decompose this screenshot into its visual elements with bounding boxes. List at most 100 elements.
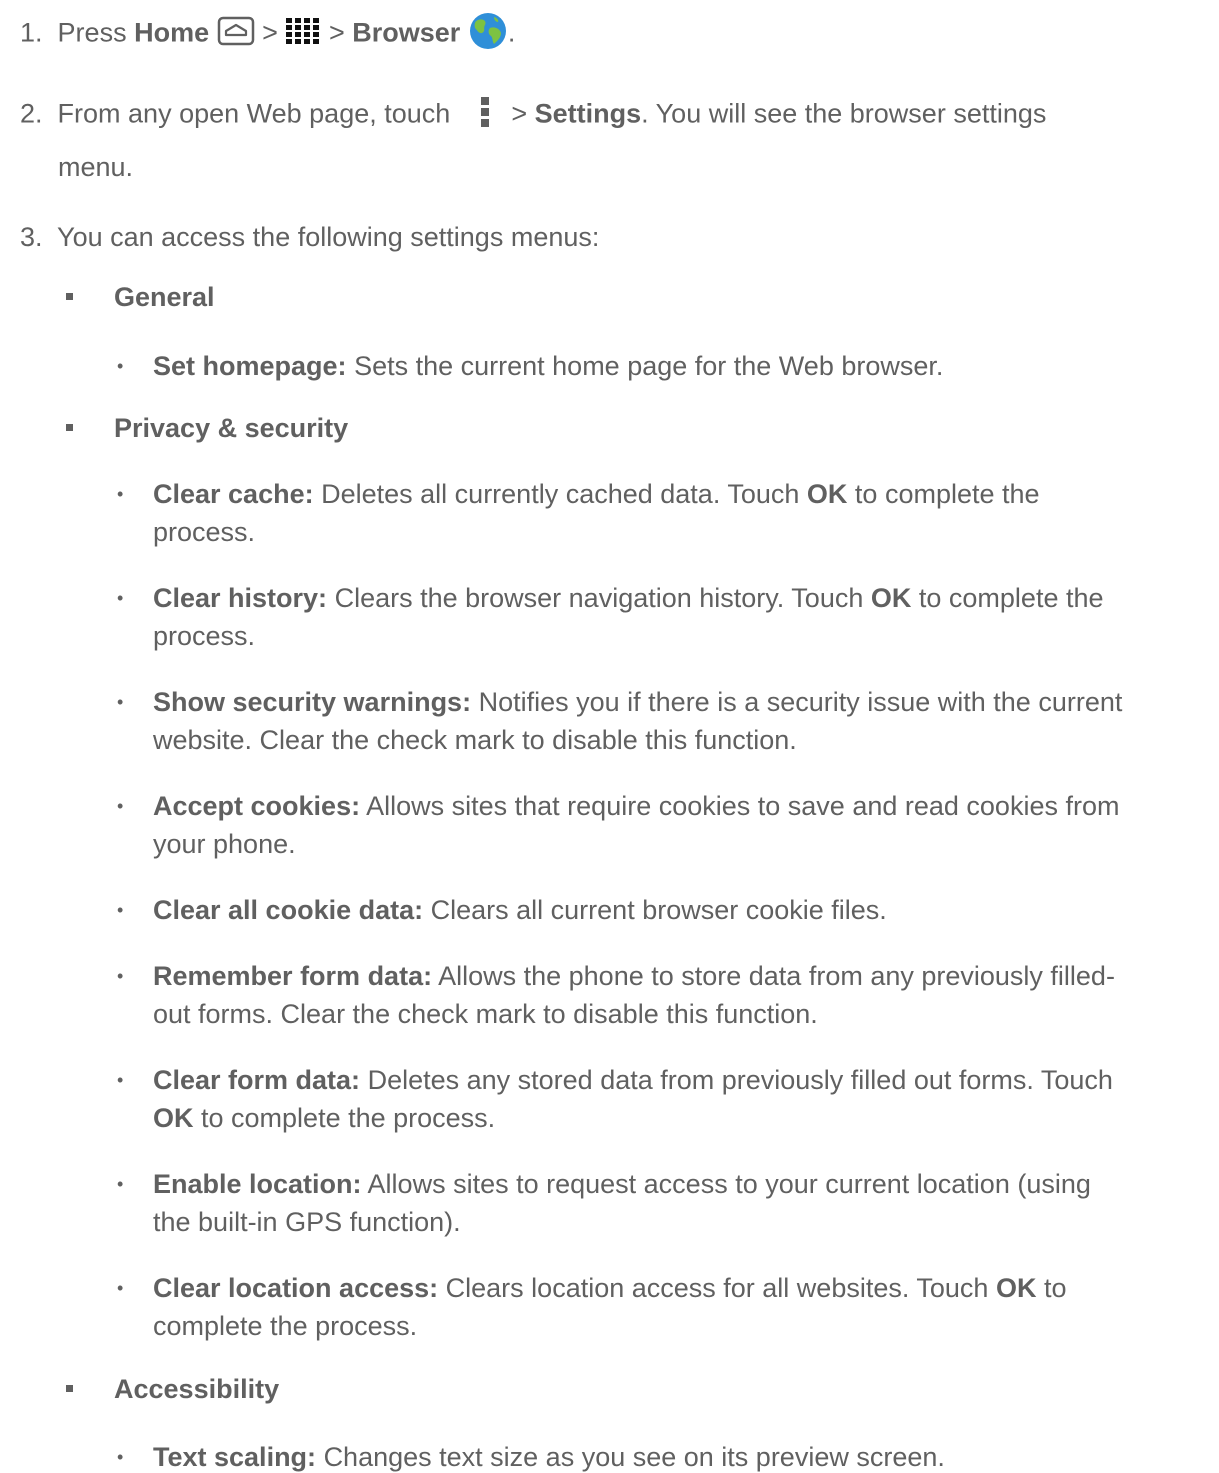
home-button-icon	[217, 16, 255, 53]
item-term: Clear all cookie data:	[153, 895, 424, 925]
item-desc: complete the process.	[153, 1311, 418, 1341]
ok-label: OK	[153, 1103, 194, 1133]
item-enable-location: Enable location: Allows sites to request…	[153, 1168, 1091, 1200]
step-text: menu.	[58, 152, 134, 182]
item-desc: Allows sites that require cookies to sav…	[366, 791, 1120, 821]
item-desc: to complete the	[854, 479, 1040, 509]
round-bullet: •	[117, 1278, 124, 1298]
step-2-continued: menu.	[58, 151, 133, 183]
period: .	[507, 17, 516, 48]
item-desc: website. Clear the check mark to disable…	[153, 725, 797, 755]
step-text: You can access the following settings me…	[57, 222, 600, 252]
item-clear-cache: Clear cache: Deletes all currently cache…	[153, 478, 1040, 510]
item-desc: Allows the phone to store data from any …	[438, 961, 1115, 991]
item-remember-form-cont: out forms. Clear the check mark to disab…	[153, 998, 818, 1030]
item-desc: Clears location access for all websites.…	[445, 1273, 989, 1303]
step-text: From any open Web page, touch	[57, 98, 451, 129]
section-title: General	[114, 282, 215, 312]
round-bullet: •	[117, 692, 124, 712]
step-2: 2. From any open Web page, touch > Setti…	[20, 97, 1046, 134]
item-desc: the built-in GPS function).	[153, 1207, 461, 1237]
separator: >	[511, 98, 528, 129]
step-3: 3. You can access the following settings…	[20, 221, 599, 253]
item-term: Clear location access:	[153, 1273, 439, 1303]
item-clear-location: Clear location access: Clears location a…	[153, 1272, 1066, 1304]
settings-label: Settings	[534, 98, 642, 129]
item-clear-cookies: Clear all cookie data: Clears all curren…	[153, 894, 887, 926]
square-bullet	[66, 1385, 73, 1392]
step-text: Press	[57, 17, 127, 48]
item-security-warnings: Show security warnings: Notifies you if …	[153, 686, 1122, 718]
round-bullet: •	[117, 588, 124, 608]
item-desc: process.	[153, 621, 256, 651]
item-term: Show security warnings:	[153, 687, 472, 717]
item-desc: Deletes all currently cached data. Touch	[321, 479, 800, 509]
item-term: Set homepage:	[153, 351, 347, 381]
item-term: Clear history:	[153, 583, 328, 613]
square-bullet	[66, 293, 73, 300]
round-bullet: •	[117, 1174, 124, 1194]
item-clear-history-cont: process.	[153, 620, 255, 652]
section-privacy: Privacy & security	[114, 412, 348, 444]
item-term: Remember form data:	[153, 961, 433, 991]
ok-label: OK	[995, 1273, 1037, 1303]
item-clear-history: Clear history: Clears the browser naviga…	[153, 582, 1104, 614]
item-security-warnings-cont: website. Clear the check mark to disable…	[153, 724, 797, 756]
item-term: Clear form data:	[153, 1065, 361, 1095]
separator: >	[262, 17, 278, 48]
item-desc: Sets the current home page for the Web b…	[354, 351, 944, 381]
item-term: Enable location:	[153, 1169, 362, 1199]
apps-grid-icon	[285, 17, 321, 52]
item-clear-location-cont: complete the process.	[153, 1310, 417, 1342]
round-bullet: •	[117, 1447, 124, 1467]
item-desc: to complete the	[918, 583, 1104, 613]
item-desc: to complete the process.	[201, 1103, 496, 1133]
item-desc: Clears all current browser cookie files.	[430, 895, 887, 925]
round-bullet: •	[117, 1070, 124, 1090]
browser-label: Browser	[352, 17, 461, 48]
item-enable-location-cont: the built-in GPS function).	[153, 1206, 461, 1238]
item-term: Clear cache:	[153, 479, 314, 509]
item-desc: your phone.	[153, 829, 296, 859]
item-clear-cache-cont: process.	[153, 516, 255, 548]
section-title: Privacy & security	[114, 413, 349, 443]
item-term: Text scaling:	[153, 1442, 317, 1472]
ok-label: OK	[870, 583, 912, 613]
item-desc: Clears the browser navigation history. T…	[334, 583, 864, 613]
ok-label: OK	[806, 479, 848, 509]
item-desc: Allows sites to request access to your c…	[367, 1169, 1091, 1199]
item-desc: process.	[153, 517, 256, 547]
item-desc: out forms. Clear the check mark to disab…	[153, 999, 818, 1029]
item-remember-form: Remember form data: Allows the phone to …	[153, 960, 1115, 992]
browser-globe-icon	[468, 11, 508, 58]
step-number: 2.	[20, 98, 43, 129]
section-title: Accessibility	[114, 1374, 280, 1404]
item-desc: Changes text size as you see on its prev…	[323, 1442, 945, 1472]
step-1: 1. Press Home > > Browser .	[20, 11, 515, 58]
item-term: Accept cookies:	[153, 791, 361, 821]
item-accept-cookies: Accept cookies: Allows sites that requir…	[153, 790, 1119, 822]
item-desc: Notifies you if there is a security issu…	[478, 687, 1123, 717]
section-accessibility: Accessibility	[114, 1373, 279, 1405]
round-bullet: •	[117, 966, 124, 986]
overflow-menu-icon	[480, 97, 490, 134]
item-text-scaling: Text scaling: Changes text size as you s…	[153, 1441, 945, 1473]
step-number: 3.	[20, 222, 43, 252]
item-set-homepage: Set homepage: Sets the current home page…	[153, 350, 943, 382]
round-bullet: •	[117, 900, 124, 920]
home-label: Home	[134, 17, 210, 48]
square-bullet	[66, 424, 73, 431]
item-desc: to	[1043, 1273, 1067, 1303]
round-bullet: •	[117, 356, 124, 376]
separator: >	[328, 17, 345, 48]
item-desc: Deletes any stored data from previously …	[367, 1065, 1113, 1095]
section-general: General	[114, 281, 215, 313]
item-clear-form: Clear form data: Deletes any stored data…	[153, 1064, 1113, 1096]
step-text: . You will see the browser settings	[641, 98, 1047, 129]
item-accept-cookies-cont: your phone.	[153, 828, 296, 860]
document-page: { "steps": { "s1": { "num": "1.", "press…	[0, 0, 1219, 1473]
step-number: 1.	[20, 17, 43, 48]
round-bullet: •	[117, 484, 124, 504]
item-clear-form-cont: OK to complete the process.	[153, 1102, 495, 1134]
round-bullet: •	[117, 796, 124, 816]
